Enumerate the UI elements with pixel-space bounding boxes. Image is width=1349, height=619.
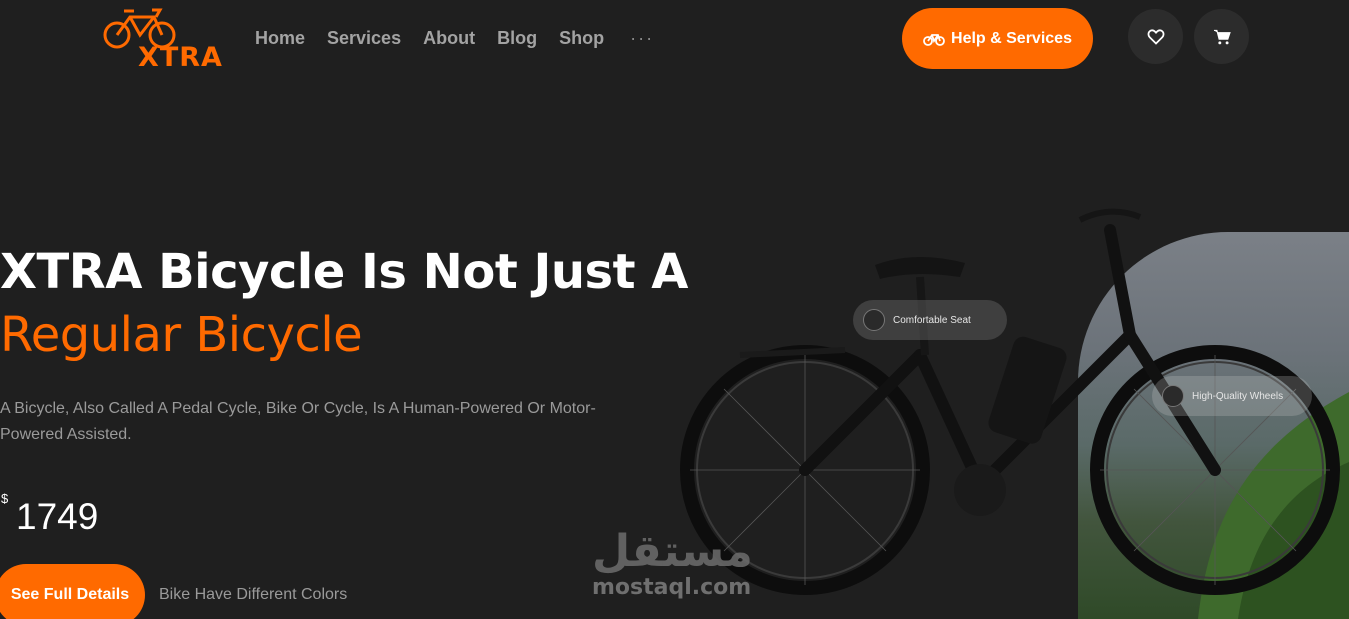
logo-text: XTRA: [138, 42, 223, 73]
colors-note: Bike Have Different Colors: [159, 586, 348, 603]
nav-item-services[interactable]: Services: [327, 28, 401, 49]
bicycle-icon: [923, 33, 945, 46]
nav-item-home[interactable]: Home: [255, 28, 305, 49]
wheel-thumbnail-icon: [1162, 385, 1184, 407]
nav-item-blog[interactable]: Blog: [497, 28, 537, 49]
cart-icon: [1213, 29, 1231, 44]
price-currency: $: [1, 491, 9, 506]
nav-more-icon[interactable]: ···: [630, 28, 654, 49]
feature-tag-seat[interactable]: Comfortable Seat: [853, 300, 1007, 340]
nav-item-about[interactable]: About: [423, 28, 475, 49]
watermark-arabic: مستقل: [592, 526, 753, 577]
cart-button[interactable]: [1194, 9, 1249, 64]
hero-description: A Bicycle, Also Called A Pedal Cycle, Bi…: [0, 400, 596, 443]
feature-tag-wheels[interactable]: High-Quality Wheels: [1152, 376, 1312, 416]
brand-logo[interactable]: XTRA: [100, 6, 223, 73]
favorites-button[interactable]: [1128, 9, 1183, 64]
feature-tag-wheels-label: High-Quality Wheels: [1192, 390, 1284, 402]
heart-icon: [1147, 28, 1164, 45]
feature-tag-seat-label: Comfortable Seat: [893, 314, 971, 326]
see-full-details-button[interactable]: See Full Details: [0, 564, 145, 619]
seat-thumbnail-icon: [863, 309, 885, 331]
hero-title-highlight: Regular Bicycle: [0, 307, 363, 363]
price-value: 1749: [16, 496, 99, 537]
nav-item-shop[interactable]: Shop: [559, 28, 604, 49]
main-nav: Home Services About Blog Shop ···: [255, 28, 654, 49]
help-services-button[interactable]: Help & Services: [902, 8, 1093, 69]
watermark: مستقل mostaql.com: [592, 528, 753, 600]
watermark-latin: mostaql.com: [592, 575, 752, 600]
help-services-label: Help & Services: [951, 29, 1072, 47]
hero-title: XTRA Bicycle Is Not Just A: [0, 244, 688, 300]
